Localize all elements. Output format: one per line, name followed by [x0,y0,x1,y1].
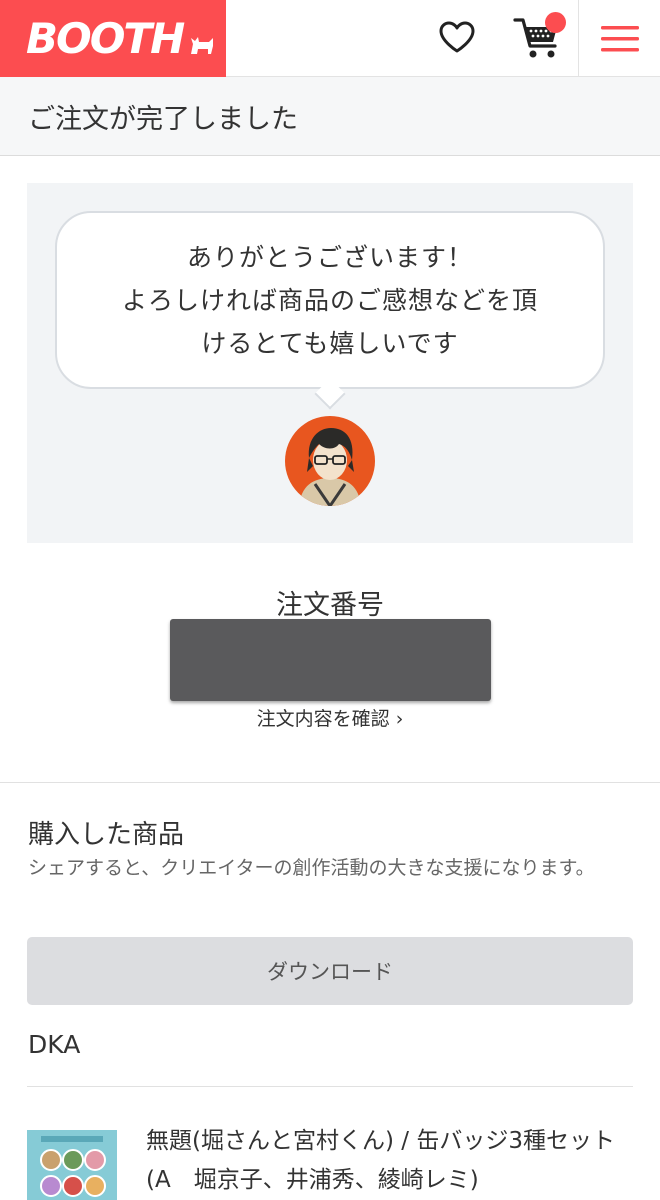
share-description: シェアすると、クリエイターの創作活動の大きな支援になります。 [28,857,595,879]
logo-text: BOOTH [26,14,185,63]
section-divider [0,782,660,783]
item-name-link[interactable]: 無題(堀さんと宮村くん) / 缶バッジ3種セット (A 堀京子、井浦秀、綾崎レミ… [146,1122,636,1200]
thanks-line: けるとても嬉しいです [201,328,459,358]
order-number-label: 注文番号 [276,590,384,621]
booth-mascot-icon [191,36,214,54]
cart-notification-badge [545,12,566,33]
item-thumbnail[interactable] [27,1130,117,1200]
item-divider [27,1086,633,1087]
page-title-bar: ご注文が完了しました [0,77,660,156]
creator-avatar[interactable] [285,416,375,506]
view-order-details-link[interactable]: 注文内容を確認 › [0,704,660,731]
speech-bubble: ありがとうございます！ よろしければ商品のご感想などを頂 けるとても嬉しいです [55,211,605,389]
hamburger-menu-icon [600,25,639,51]
thanks-line: ありがとうございます！ [186,242,473,272]
thanks-panel: ありがとうございます！ よろしければ商品のご感想などを頂 けるとても嬉しいです [27,183,633,543]
page-title: ご注文が完了しました [28,103,298,135]
redacted-order-number [170,619,491,701]
menu-button[interactable] [578,0,660,77]
booth-logo[interactable]: BOOTH [0,0,226,77]
header: BOOTH [0,0,660,77]
favorite-heart-icon[interactable] [434,14,480,60]
shop-name[interactable]: DKA [28,1030,80,1059]
thanks-line: よろしければ商品のご感想などを頂 [121,285,538,315]
download-button[interactable]: ダウンロード [27,937,633,1005]
purchased-products-heading: 購入した商品 [28,820,185,850]
